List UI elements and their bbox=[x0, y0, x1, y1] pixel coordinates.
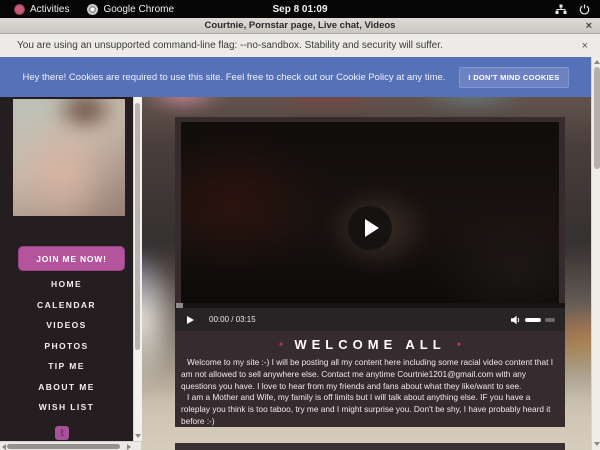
network-icon[interactable] bbox=[555, 4, 567, 15]
play-icon bbox=[365, 219, 379, 237]
top-bar: Activities Google Chrome Sep 8 01:09 bbox=[0, 0, 600, 18]
sandbox-warning-infobar: You are using an unsupported command-lin… bbox=[0, 34, 600, 58]
window-vertical-scrollbar[interactable] bbox=[591, 57, 600, 450]
volume-level-empty[interactable] bbox=[545, 318, 555, 322]
welcome-text: Welcome to my site :-) I will be posting… bbox=[181, 357, 559, 428]
cookie-accept-button[interactable]: I DON'T MIND COOKIES bbox=[459, 67, 568, 88]
sidebar-item-wish-list[interactable]: WISH LIST bbox=[0, 397, 133, 418]
video-time: 00:00 / 03:15 bbox=[209, 315, 256, 324]
sidebar-item-photos[interactable]: PHOTOS bbox=[0, 336, 133, 357]
sidebar: JOIN ME NOW! HOME CALENDAR VIDEOS PHOTOS… bbox=[0, 97, 133, 450]
infobar-message: You are using an unsupported command-lin… bbox=[17, 40, 443, 51]
diamond-icon: ✦ bbox=[278, 340, 285, 349]
welcome-paragraph-1: Welcome to my site :-) I will be posting… bbox=[181, 357, 559, 392]
app-menu-label: Google Chrome bbox=[103, 4, 174, 15]
sidebar-hscroll-right-arrow[interactable] bbox=[127, 444, 131, 450]
app-menu-google-chrome[interactable]: Google Chrome bbox=[81, 0, 180, 18]
video-play-button[interactable] bbox=[348, 206, 392, 250]
next-section-box bbox=[175, 443, 565, 450]
sidebar-item-home[interactable]: HOME bbox=[0, 274, 133, 295]
sidebar-menu: HOME CALENDAR VIDEOS PHOTOS TIP ME ABOUT… bbox=[0, 274, 133, 418]
profile-photo-blur bbox=[13, 99, 125, 216]
window-vscroll-thumb[interactable] bbox=[594, 67, 600, 169]
cookie-consent-bar: Hey there! Cookies are required to use t… bbox=[0, 57, 591, 97]
controls-play-icon[interactable] bbox=[187, 316, 194, 324]
sidebar-vscroll-down-arrow[interactable] bbox=[135, 434, 141, 438]
power-icon[interactable] bbox=[579, 4, 590, 15]
tumblr-icon[interactable]: t bbox=[55, 426, 69, 440]
diamond-icon: ✦ bbox=[456, 340, 463, 349]
volume-icon[interactable] bbox=[511, 315, 521, 325]
sidebar-item-calendar[interactable]: CALENDAR bbox=[0, 295, 133, 316]
sidebar-vscroll-thumb[interactable] bbox=[135, 103, 140, 350]
welcome-heading: ✦ WELCOME ALL ✦ bbox=[175, 337, 565, 352]
join-me-now-button[interactable]: JOIN ME NOW! bbox=[18, 246, 125, 271]
profile-photo bbox=[13, 99, 125, 216]
cookie-message: Hey there! Cookies are required to use t… bbox=[22, 72, 445, 83]
activities-button[interactable]: Activities bbox=[8, 0, 75, 18]
sidebar-hscroll-left-arrow[interactable] bbox=[2, 444, 6, 450]
window-title-bar: Courtnie, Pornstar page, Live chat, Vide… bbox=[0, 18, 600, 34]
video-controls-bar: 00:00 / 03:15 bbox=[175, 308, 565, 331]
sidebar-item-about-me[interactable]: ABOUT ME bbox=[0, 377, 133, 398]
sidebar-vertical-scrollbar[interactable] bbox=[133, 97, 142, 441]
screen-record-icon bbox=[14, 4, 25, 15]
welcome-paragraph-2: I am a Mother and Wife, my family is off… bbox=[181, 392, 559, 427]
sidebar-item-videos[interactable]: VIDEOS bbox=[0, 315, 133, 336]
window-close-button[interactable]: × bbox=[586, 18, 592, 33]
welcome-title: WELCOME ALL bbox=[294, 337, 445, 352]
desktop-screen: Activities Google Chrome Sep 8 01:09 bbox=[0, 0, 600, 450]
sidebar-item-tip-me[interactable]: TIP ME bbox=[0, 356, 133, 377]
video-player[interactable] bbox=[181, 122, 559, 303]
sidebar-hscroll-thumb[interactable] bbox=[7, 444, 120, 449]
window-vscroll-up-arrow[interactable] bbox=[594, 60, 600, 64]
window-title: Courtnie, Pornstar page, Live chat, Vide… bbox=[205, 20, 396, 31]
activities-label: Activities bbox=[30, 4, 69, 15]
main-content-box: 00:00 / 03:15 ✦ WELCOME ALL ✦ Welcome to… bbox=[175, 117, 565, 427]
volume-level-filled[interactable] bbox=[525, 318, 541, 322]
chrome-icon bbox=[87, 4, 98, 15]
infobar-close-button[interactable]: × bbox=[582, 40, 588, 52]
window-vscroll-down-arrow[interactable] bbox=[594, 442, 600, 446]
sidebar-horizontal-scrollbar[interactable] bbox=[0, 441, 141, 450]
